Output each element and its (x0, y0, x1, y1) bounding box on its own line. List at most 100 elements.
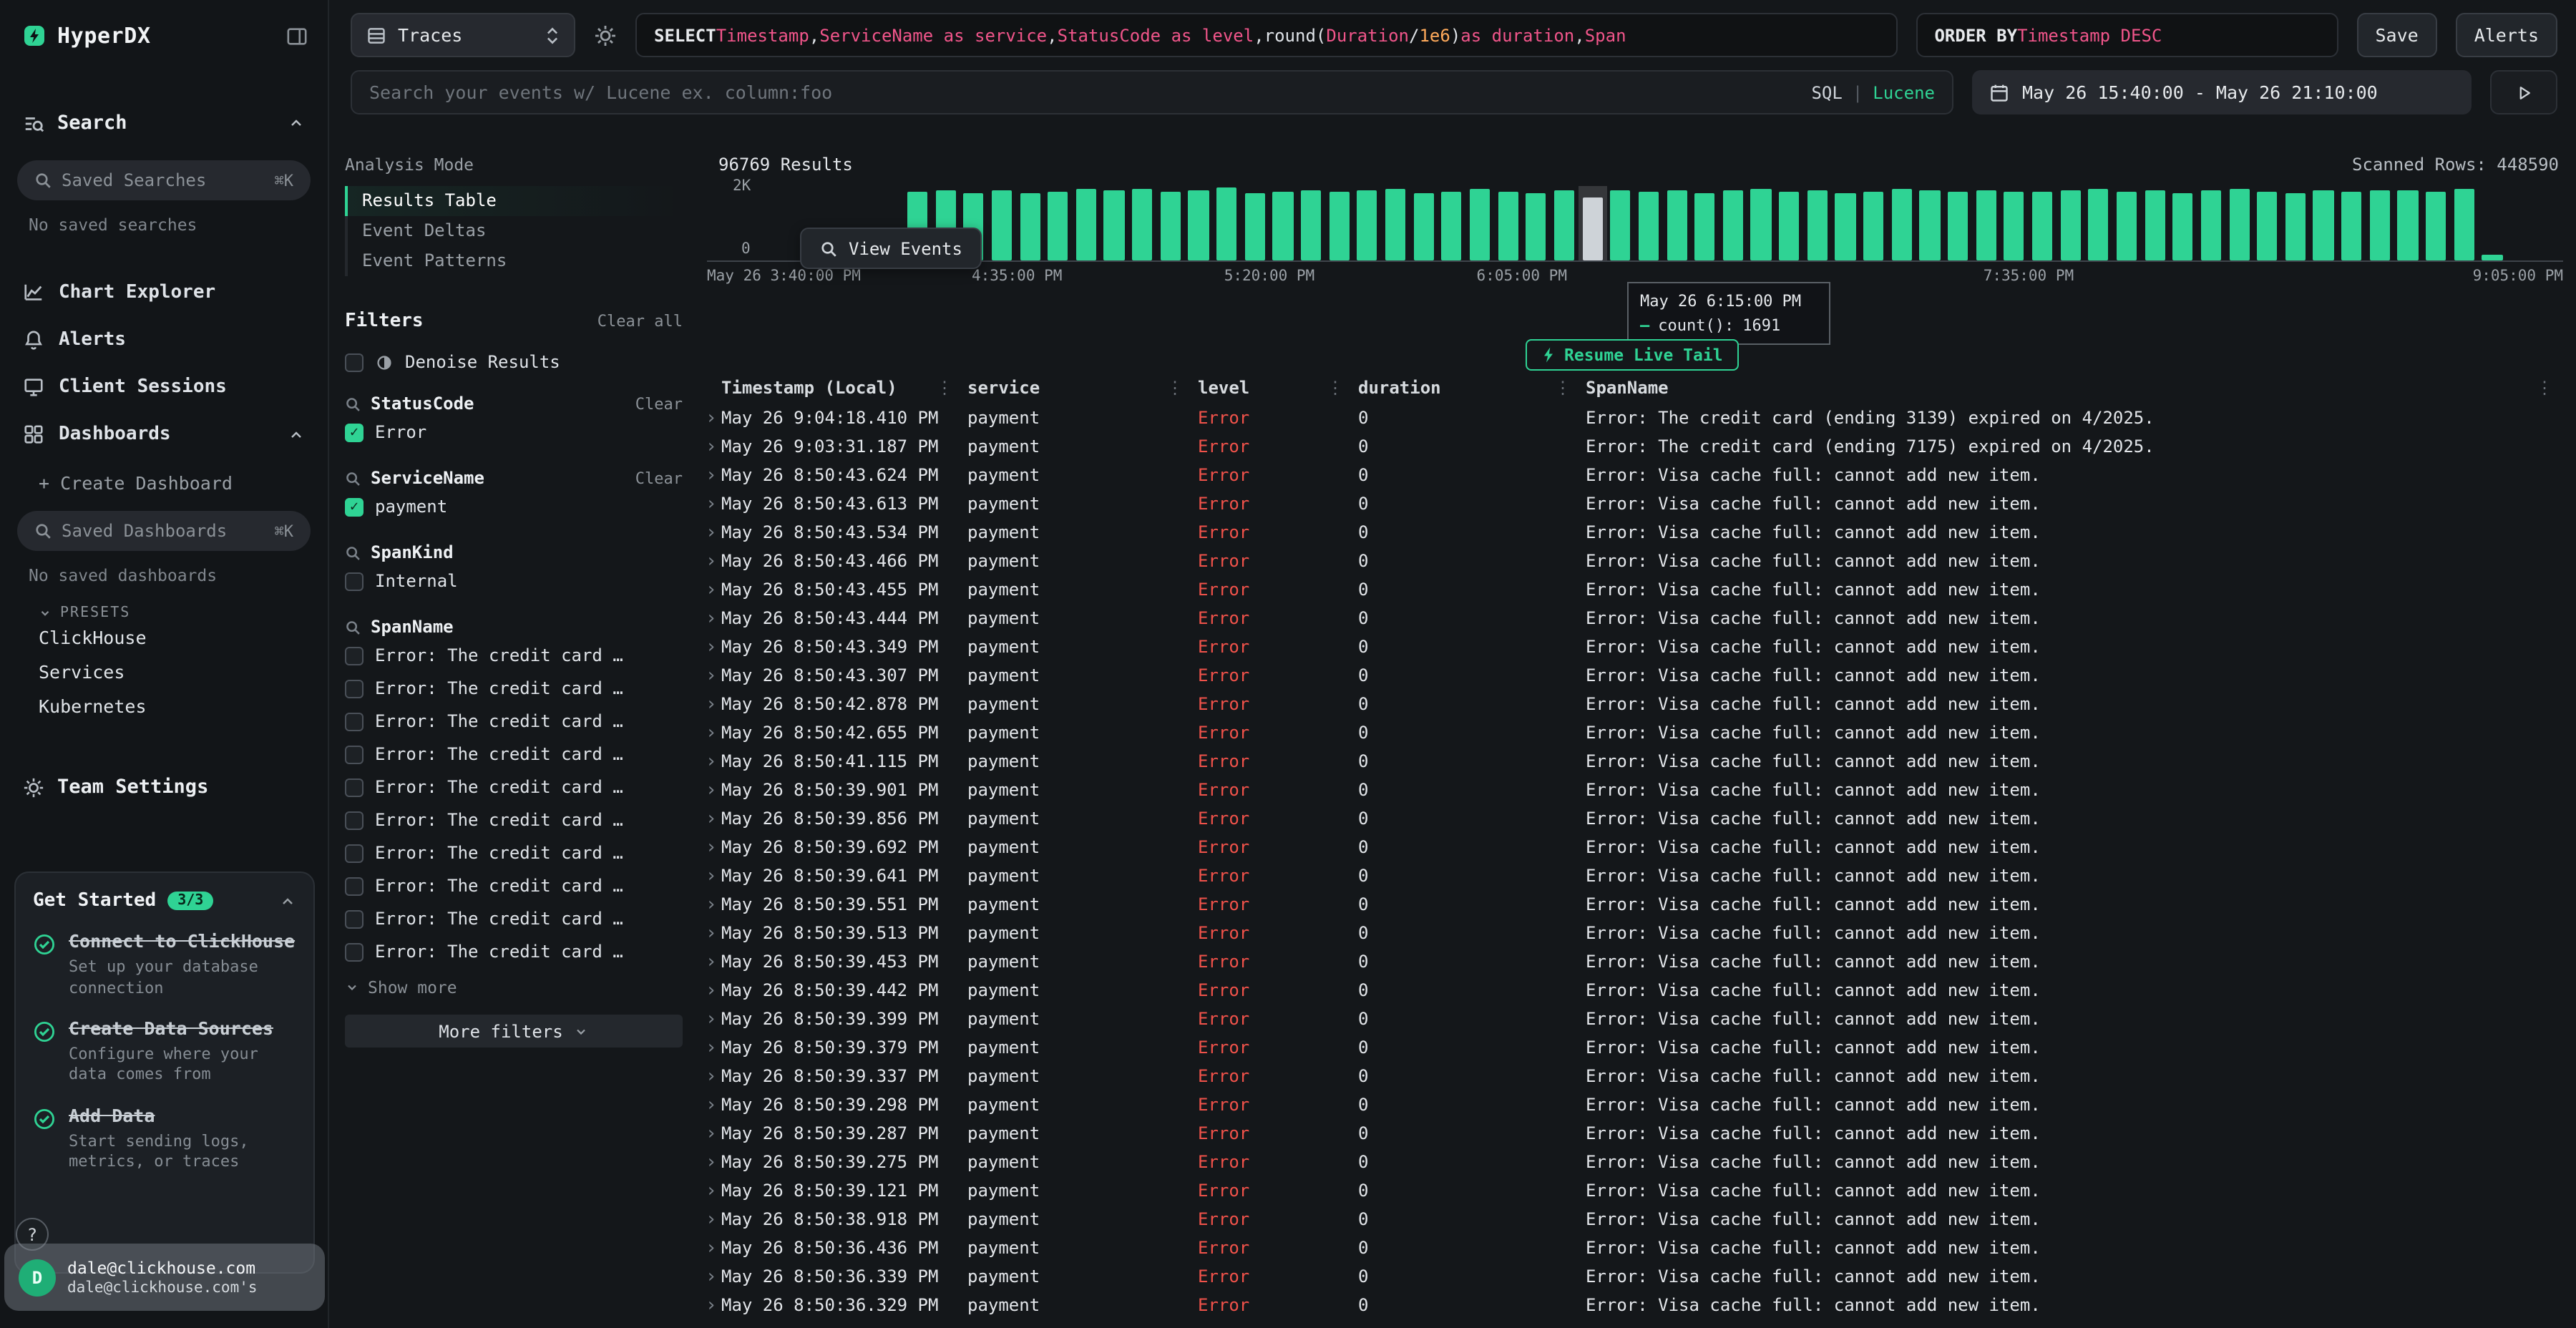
run-query-button[interactable] (2490, 70, 2557, 114)
chart-bar[interactable] (1667, 190, 1687, 260)
row-expand-chevron[interactable]: › (701, 980, 721, 1001)
table-row[interactable]: ›May 26 8:50:43.349 PMpaymentError0Error… (701, 633, 2562, 661)
analysis-mode-results-table[interactable]: Results Table (345, 186, 683, 216)
collapse-sidebar-icon[interactable] (286, 25, 308, 47)
create-dashboard-button[interactable]: + Create Dashboard (0, 458, 328, 494)
checkbox[interactable] (345, 745, 364, 763)
chart-bar[interactable] (2032, 192, 2052, 260)
query-language-toggle[interactable]: SQL | Lucene (1811, 82, 1935, 102)
chart-bar[interactable] (2313, 190, 2333, 260)
chart-bar[interactable] (1357, 190, 1377, 260)
chart-bar[interactable] (2482, 255, 2502, 260)
chart-bar[interactable] (2370, 190, 2390, 260)
chart-bar[interactable] (1385, 190, 1405, 260)
chart-bar[interactable] (2229, 189, 2249, 260)
source-select[interactable]: Traces (351, 13, 575, 57)
checkbox[interactable] (345, 942, 364, 961)
row-expand-chevron[interactable]: › (701, 1151, 721, 1173)
filter-option[interactable]: Error: The credit card … (345, 806, 683, 834)
saved-searches-field[interactable] (62, 170, 265, 190)
table-row[interactable]: ›May 26 8:50:39.121 PMpaymentError0Error… (701, 1176, 2562, 1205)
table-row[interactable]: ›May 26 8:50:43.455 PMpaymentError0Error… (701, 575, 2562, 604)
row-expand-chevron[interactable]: › (701, 865, 721, 887)
chart-bar[interactable] (2426, 192, 2446, 260)
sql-query-editor[interactable]: SELECT Timestamp, ServiceName as service… (635, 13, 1897, 57)
chart-bar[interactable] (1189, 190, 1209, 260)
row-expand-chevron[interactable]: › (701, 951, 721, 972)
table-row[interactable]: ›May 26 8:50:39.901 PMpaymentError0Error… (701, 776, 2562, 804)
more-filters-button[interactable]: More filters (345, 1015, 683, 1048)
filter-option[interactable]: Internal (345, 567, 683, 595)
column-menu-icon[interactable]: ⋮ (1327, 378, 1358, 398)
filter-option[interactable]: ✓payment (345, 492, 683, 521)
checkbox[interactable] (345, 679, 364, 698)
column-menu-icon[interactable]: ⋮ (1554, 378, 1586, 398)
table-row[interactable]: ›May 26 8:50:39.337 PMpaymentError0Error… (701, 1062, 2562, 1090)
column-menu-icon[interactable]: ⋮ (936, 378, 967, 398)
row-expand-chevron[interactable]: › (701, 1237, 721, 1259)
chart-bar[interactable] (2117, 192, 2137, 260)
sidebar-item-team-settings[interactable]: Team Settings (0, 761, 328, 807)
filter-option[interactable]: Error: The credit card … (345, 839, 683, 867)
sidebar-item-services[interactable]: Services (0, 655, 328, 690)
chart-bar[interactable] (1891, 189, 1911, 260)
filter-option[interactable]: Error: The credit card … (345, 740, 683, 768)
view-events-button[interactable]: View Events (800, 228, 982, 269)
row-expand-chevron[interactable]: › (701, 751, 721, 772)
row-expand-chevron[interactable]: › (701, 436, 721, 457)
table-row[interactable]: ›May 26 8:50:39.275 PMpaymentError0Error… (701, 1148, 2562, 1176)
filter-option[interactable]: Error: The credit card … (345, 641, 683, 670)
table-row[interactable]: ›May 26 8:50:39.856 PMpaymentError0Error… (701, 804, 2562, 833)
chart-bar[interactable] (1751, 188, 1771, 260)
column-options-icon[interactable]: ⋮ (2536, 378, 2562, 398)
row-expand-chevron[interactable]: › (701, 779, 721, 801)
lang-lucene[interactable]: Lucene (1873, 82, 1935, 102)
table-row[interactable]: ›May 26 8:50:39.399 PMpaymentError0Error… (701, 1005, 2562, 1033)
table-row[interactable]: ›May 26 8:50:36.436 PMpaymentError0Error… (701, 1234, 2562, 1262)
checkbox[interactable] (345, 877, 364, 895)
chart-bar[interactable] (1948, 192, 1968, 260)
table-row[interactable]: ›May 26 8:50:43.307 PMpaymentError0Error… (701, 661, 2562, 690)
table-row[interactable]: ›May 26 9:04:18.410 PMpaymentError0Error… (701, 404, 2562, 432)
clear-all-filters-link[interactable]: Clear all (597, 312, 683, 331)
row-expand-chevron[interactable]: › (701, 836, 721, 858)
column-menu-icon[interactable]: ⋮ (1166, 378, 1198, 398)
filter-option[interactable]: Error: The credit card … (345, 872, 683, 900)
clear-filter-link[interactable]: Clear (635, 469, 683, 487)
table-row[interactable]: ›May 26 8:50:39.379 PMpaymentError0Error… (701, 1033, 2562, 1062)
get-started-step[interactable]: Add Data Start sending logs, metrics, or… (33, 1104, 296, 1173)
chart-bar[interactable] (1413, 194, 1433, 260)
table-row[interactable]: ›May 26 8:50:39.453 PMpaymentError0Error… (701, 947, 2562, 976)
filter-option[interactable]: Error: The credit card … (345, 773, 683, 801)
checkbox[interactable]: ✓ (345, 423, 364, 441)
chart-bar[interactable] (2201, 190, 2221, 260)
get-started-step[interactable]: Create Data Sources Configure where your… (33, 1017, 296, 1086)
lang-sql[interactable]: SQL (1811, 82, 1842, 102)
table-row[interactable]: ›May 26 8:50:43.624 PMpaymentError0Error… (701, 461, 2562, 489)
chart-bar[interactable] (1554, 190, 1574, 260)
saved-dashboards-field[interactable] (62, 521, 265, 541)
checkbox[interactable] (345, 778, 364, 796)
row-expand-chevron[interactable]: › (701, 493, 721, 514)
table-row[interactable]: ›May 26 8:50:42.655 PMpaymentError0Error… (701, 718, 2562, 747)
sidebar-item-kubernetes[interactable]: Kubernetes (0, 690, 328, 724)
analysis-mode-event-patterns[interactable]: Event Patterns (345, 246, 683, 276)
chart-bar[interactable] (2060, 190, 2080, 260)
filter-option[interactable]: Error: The credit card … (345, 674, 683, 703)
row-expand-chevron[interactable]: › (701, 894, 721, 915)
chart-bar[interactable] (1694, 192, 1714, 260)
chart-bar[interactable] (2398, 191, 2418, 260)
chart-bar[interactable] (992, 190, 1012, 260)
row-expand-chevron[interactable]: › (701, 1094, 721, 1115)
alerts-button[interactable]: Alerts (2456, 13, 2557, 57)
date-range-picker[interactable]: May 26 15:40:00 - May 26 21:10:00 (1972, 70, 2472, 114)
table-row[interactable]: ›May 26 8:50:43.534 PMpaymentError0Error… (701, 518, 2562, 547)
sidebar-item-dashboards[interactable]: Dashboards (0, 411, 328, 458)
table-row[interactable]: ›May 26 8:50:39.551 PMpaymentError0Error… (701, 890, 2562, 919)
table-row[interactable]: ›May 26 8:50:36.329 PMpaymentError0Error… (701, 1291, 2562, 1319)
chart-bar[interactable] (1526, 193, 1546, 260)
row-expand-chevron[interactable]: › (701, 1209, 721, 1230)
sidebar-item-clickhouse[interactable]: ClickHouse (0, 621, 328, 655)
chart-bar[interactable] (1863, 192, 1883, 260)
get-started-header[interactable]: Get Started 3/3 (33, 890, 296, 912)
